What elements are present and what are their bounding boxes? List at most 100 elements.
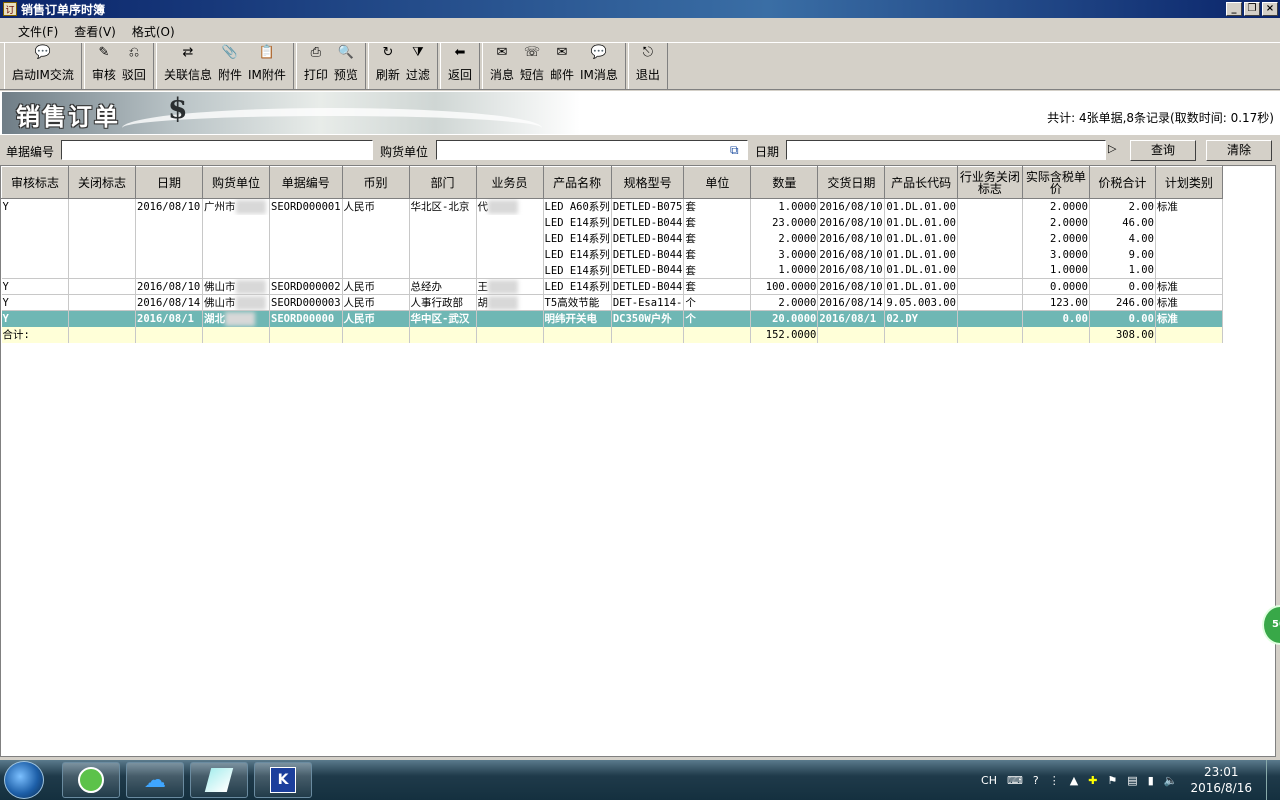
printer-icon: ⎙: [310, 45, 322, 60]
table-cell: 标准: [1155, 310, 1223, 327]
column-header[interactable]: 行业务关闭标志: [956, 166, 1023, 199]
toolbar-button[interactable]: ✉ 消息: [487, 43, 517, 89]
column-header[interactable]: 单据编号: [269, 166, 343, 199]
table-cell: 套: [683, 214, 752, 231]
restore-button[interactable]: ❐: [1244, 2, 1260, 16]
taskbar-app-kingdee-icon[interactable]: K: [254, 762, 312, 798]
column-header[interactable]: 数量: [750, 166, 819, 199]
column-header[interactable]: 币别: [341, 166, 410, 199]
column-header[interactable]: 计划类别: [1154, 166, 1223, 199]
network-icon[interactable]: ▮: [1148, 774, 1154, 787]
table-row[interactable]: Y 2016/08/1 湖北 SEORD00000 人民币 华中区-武汉 明纬开关电 DC35…: [1, 310, 1223, 327]
toolbar-button[interactable]: ✎ 审核: [89, 43, 119, 89]
toolbar-button[interactable]: ↻ 刷新: [373, 43, 403, 89]
table-row[interactable]: Y 2016/08/10 佛山市 SEORD000002 人民币 总经办王 LED E14系…: [1, 278, 1223, 295]
table-cell: 标准: [1155, 198, 1223, 215]
menu-view[interactable]: 查看(V): [66, 23, 124, 40]
table-cell: [957, 278, 1023, 295]
toolbar-button[interactable]: ⎌ 驳回: [119, 43, 149, 89]
column-header[interactable]: 购货单位: [202, 166, 270, 199]
keyboard-icon[interactable]: ⌨: [1007, 774, 1023, 787]
column-header[interactable]: 产品名称: [542, 166, 612, 199]
column-header[interactable]: 部门: [408, 166, 477, 199]
column-header[interactable]: 审核标志: [1, 166, 69, 199]
start-button[interactable]: [4, 761, 44, 799]
column-header[interactable]: 单位: [683, 166, 752, 199]
toolbar-button-label: 驳回: [121, 68, 146, 82]
table-cell: [202, 246, 270, 263]
date-dropdown-icon[interactable]: ▷: [1108, 142, 1116, 155]
doc-no-input[interactable]: [61, 140, 373, 160]
table-cell: [135, 262, 203, 279]
minimize-button[interactable]: _: [1226, 2, 1242, 16]
taskbar-app-green-icon[interactable]: [62, 762, 120, 798]
show-desktop-button[interactable]: [1266, 760, 1280, 800]
table-cell: 20.0000: [750, 310, 819, 327]
taskbar-app-cloud-icon[interactable]: ☁: [126, 762, 184, 798]
tray-plus-icon[interactable]: ✚: [1088, 774, 1097, 787]
column-header[interactable]: 实际含税单价: [1021, 166, 1090, 199]
toolbar-button[interactable]: 💬 IM消息: [577, 43, 621, 89]
toolbar-button[interactable]: ⇄ 关联信息: [161, 43, 215, 89]
toolbar-button[interactable]: 📎 附件: [215, 43, 245, 89]
table-cell: [1155, 246, 1223, 263]
clear-button[interactable]: 清除: [1206, 140, 1272, 161]
date-input[interactable]: [786, 140, 1106, 160]
toolbar-button[interactable]: 💬 启动IM交流: [9, 43, 77, 89]
table-row[interactable]: LED E14系列 DETLED-B044 套 1.0000 2016/08/10 01.…: [1, 262, 1223, 279]
tray-expand-icon[interactable]: ▲: [1070, 774, 1078, 787]
table-cell: 01.DL.01.00: [884, 214, 958, 231]
close-button[interactable]: ×: [1262, 2, 1278, 16]
toolbar-button[interactable]: ⧩ 过滤: [403, 43, 433, 89]
table-cell: [1, 262, 69, 279]
tray-device-icon[interactable]: ▤: [1127, 774, 1137, 787]
buyer-input[interactable]: [436, 140, 748, 160]
order-grid[interactable]: 审核标志 关闭标志 日期 购货单位 单据编号 币别 部门 业务员 产品名称 规格型号 单位 数量 交货日…: [0, 165, 1276, 757]
ime-options-icon[interactable]: ⋮: [1049, 774, 1060, 787]
audit-icon: ✎: [98, 45, 110, 60]
toolbar-group: ⬅ 返回: [439, 43, 480, 89]
table-row[interactable]: LED E14系列 DETLED-B044 套 2.0000 2016/08/10 01.…: [1, 230, 1223, 247]
table-row[interactable]: Y 2016/08/10 广州市 SEORD000001 人民币 华北区-北京代 LED A…: [1, 198, 1223, 215]
menu-format[interactable]: 格式(O): [124, 23, 183, 40]
toolbar-button[interactable]: ☏ 短信: [517, 43, 547, 89]
redacted-mask: [235, 200, 266, 215]
table-cell: [269, 262, 343, 279]
column-header[interactable]: 关闭标志: [68, 166, 136, 199]
column-header[interactable]: 业务员: [475, 166, 544, 199]
toolbar-button[interactable]: ⬅ 返回: [445, 43, 475, 89]
column-header[interactable]: 日期: [135, 166, 203, 199]
table-cell: 0.0000: [1022, 278, 1090, 295]
column-header[interactable]: 规格型号: [610, 166, 685, 199]
column-header[interactable]: 产品长代码: [884, 166, 958, 199]
table-cell: 23.0000: [750, 214, 819, 231]
column-header[interactable]: 价税合计: [1088, 166, 1156, 199]
toolbar-group: ✎ 审核 ⎌ 驳回: [83, 43, 154, 89]
exit-door-icon: ⎋: [642, 45, 654, 60]
table-cell: 246.00: [1089, 294, 1156, 311]
toolbar-button[interactable]: 🔍 预览: [331, 43, 361, 89]
table-cell: [1155, 230, 1223, 247]
toolbar-button[interactable]: ⎋ 退出: [633, 43, 663, 89]
table-cell: 人民币: [342, 310, 410, 327]
toolbar-button[interactable]: ✉ 邮件: [547, 43, 577, 89]
table-cell: SEORD00000: [269, 310, 343, 327]
taskbar-app-book-icon[interactable]: [190, 762, 248, 798]
input-language[interactable]: CH: [981, 774, 997, 787]
toolbar-button[interactable]: ⎙ 打印: [301, 43, 331, 89]
table-cell: [68, 230, 136, 247]
toolbar-button[interactable]: 📋 IM附件: [245, 43, 289, 89]
volume-icon[interactable]: 🔈: [1164, 774, 1178, 787]
table-row[interactable]: LED E14系列 DETLED-B044 套 3.0000 2016/08/10 01.…: [1, 246, 1223, 263]
table-cell: 胡: [476, 294, 544, 311]
table-row[interactable]: Y 2016/08/14 佛山市 SEORD000003 人民币 人事行政部胡 T5高效节能…: [1, 294, 1223, 311]
table-row[interactable]: LED E14系列 DETLED-B044 套 23.0000 2016/08/10 01…: [1, 214, 1223, 231]
table-cell: [1155, 262, 1223, 279]
menu-file[interactable]: 文件(F): [10, 23, 66, 40]
tray-flag-icon[interactable]: ⚑: [1107, 774, 1117, 787]
help-icon[interactable]: ?: [1033, 774, 1039, 787]
clock[interactable]: 23:01 2016/8/16: [1190, 764, 1252, 796]
lookup-icon[interactable]: ⧉: [730, 143, 739, 158]
column-header[interactable]: 交货日期: [817, 166, 886, 199]
query-button[interactable]: 查询: [1130, 140, 1196, 161]
